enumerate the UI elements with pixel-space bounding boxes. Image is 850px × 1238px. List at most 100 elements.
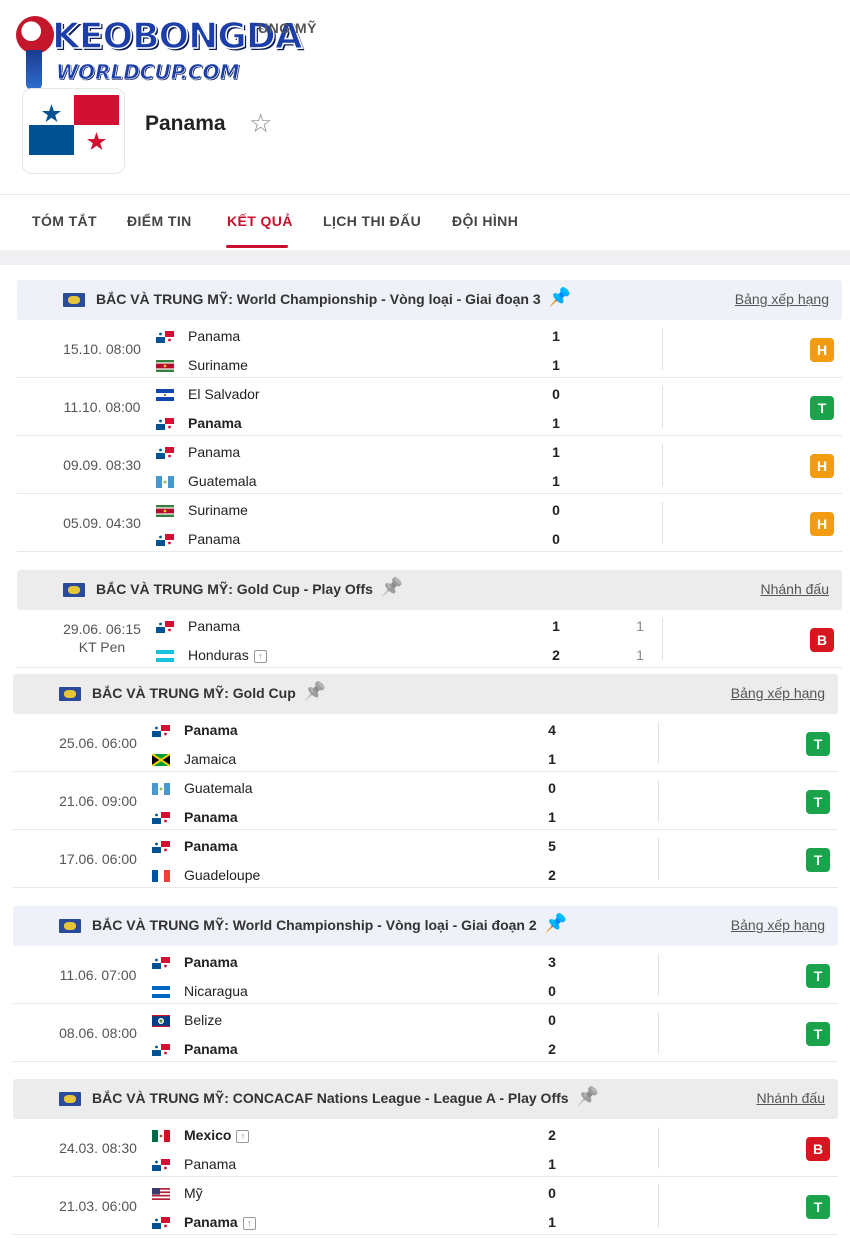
home-team-name[interactable]: Suriname: [188, 502, 248, 518]
match-time: 05.09. 04:30: [63, 515, 141, 531]
competition-link[interactable]: Nhánh đấu: [760, 581, 829, 597]
pin-icon[interactable]: 📌: [545, 914, 567, 932]
row-divider: [658, 1185, 659, 1227]
competition-title[interactable]: BẮC VÀ TRUNG MỸ: Gold Cup - Play Offs: [96, 581, 373, 597]
home-score: 0: [548, 780, 556, 796]
away-score: 1: [552, 415, 560, 431]
home-team-name[interactable]: Panama: [188, 328, 240, 344]
tab-results[interactable]: KẾT QUẢ: [227, 213, 293, 229]
match-row[interactable]: 21.03. 06:00 Mỹ 0 Panama ↑ 1 T: [13, 1177, 838, 1235]
pin-icon[interactable]: 📌: [381, 578, 403, 596]
gua-flag-icon: [156, 476, 174, 488]
home-team-name[interactable]: Mỹ: [184, 1185, 203, 1201]
site-logo[interactable]: KEOBONGDA WORLDCUP.COM: [12, 10, 303, 90]
team-label: Panama: [184, 1214, 238, 1230]
competition-link[interactable]: Bảng xếp hạng: [731, 917, 825, 933]
home-score: 0: [548, 1012, 556, 1028]
team-label: Panama: [188, 618, 241, 634]
match-row[interactable]: 24.03. 08:30 Mexico ↑ 2 Panama 1 B: [13, 1119, 838, 1177]
row-divider: [662, 386, 663, 428]
away-team-name[interactable]: Guatemala: [188, 473, 256, 489]
match-row[interactable]: 29.06. 06:15 KT Pen Panama 1 1 Honduras ↑ 2 1 B: [17, 610, 842, 668]
match-row[interactable]: 17.06. 06:00 Panama 5 Guadeloupe 2 T: [13, 830, 838, 888]
competition-title[interactable]: BẮC VÀ TRUNG MỸ: World Championship - Vò…: [92, 917, 537, 933]
pin-icon[interactable]: 📌: [304, 682, 326, 700]
home-team-name[interactable]: Panama: [188, 618, 240, 634]
match-row[interactable]: 25.06. 06:00 Panama 4 Jamaica 1 T: [13, 714, 838, 772]
result-badge: T: [806, 732, 830, 756]
team-label: Panama: [184, 1041, 238, 1057]
pin-icon[interactable]: 📌: [549, 288, 571, 306]
match-time: 21.06. 09:00: [59, 793, 137, 809]
team-label: Panama: [184, 722, 238, 738]
home-team-name[interactable]: Panama: [184, 954, 238, 970]
home-team-name[interactable]: Belize: [184, 1012, 222, 1028]
away-team-name[interactable]: Panama: [184, 1041, 238, 1057]
competition-title[interactable]: BẮC VÀ TRUNG MỸ: World Championship - Vò…: [96, 291, 541, 307]
pin-icon[interactable]: 📌: [577, 1087, 599, 1105]
row-divider: [658, 1127, 659, 1169]
competition-link[interactable]: Bảng xếp hạng: [735, 291, 829, 307]
tab-squad[interactable]: ĐỘI HÌNH: [452, 213, 518, 229]
competition-link[interactable]: Nhánh đấu: [756, 1090, 825, 1106]
away-team-name[interactable]: Honduras ↑: [188, 647, 267, 663]
away-team-name[interactable]: Panama: [188, 415, 242, 431]
glp-flag-icon: [152, 870, 170, 882]
pan-flag-icon: [152, 1044, 170, 1056]
pan-flag-icon: [152, 1217, 170, 1229]
away-team-name[interactable]: Panama: [188, 531, 240, 547]
home-score: 1: [552, 618, 560, 634]
home-team-name[interactable]: El Salvador: [188, 386, 260, 402]
logo-subtext: WORLDCUP.COM: [56, 60, 240, 85]
competition-link[interactable]: Bảng xếp hạng: [731, 685, 825, 701]
match-row[interactable]: 11.10. 08:00 El Salvador 0 Panama 1 T: [17, 378, 842, 436]
away-score: 2: [552, 647, 560, 663]
away-team-name[interactable]: Suriname: [188, 357, 248, 373]
row-separator: [13, 887, 838, 888]
row-separator: [13, 1234, 838, 1235]
home-score: 1: [552, 444, 560, 460]
match-row[interactable]: 09.09. 08:30 Panama 1 Guatemala 1 H: [17, 436, 842, 494]
result-badge: T: [810, 396, 834, 420]
match-row[interactable]: 05.09. 04:30 Suriname 0 Panama 0 H: [17, 494, 842, 552]
match-row[interactable]: 15.10. 08:00 Panama 1 Suriname 1 H: [17, 320, 842, 378]
home-team-name[interactable]: Panama: [184, 838, 238, 854]
match-time: 15.10. 08:00: [63, 341, 141, 357]
row-divider: [658, 780, 659, 822]
away-score: 0: [552, 531, 560, 547]
away-team-name[interactable]: Panama: [184, 809, 238, 825]
away-team-name[interactable]: Nicaragua: [184, 983, 248, 999]
pan-flag-icon: [152, 957, 170, 969]
breadcrumb[interactable]: UNG MỸ: [258, 20, 317, 36]
row-divider: [658, 1012, 659, 1054]
match-time: 25.06. 06:00: [59, 735, 137, 751]
away-team-name[interactable]: Jamaica: [184, 751, 236, 767]
home-team-name[interactable]: Mexico ↑: [184, 1127, 250, 1143]
match-row[interactable]: 11.06. 07:00 Panama 3 Nicaragua 0 T: [13, 946, 838, 1004]
row-divider: [662, 502, 663, 544]
away-team-name[interactable]: Guadeloupe: [184, 867, 260, 883]
away-team-name[interactable]: Panama: [184, 1156, 236, 1172]
competition-title[interactable]: BẮC VÀ TRUNG MỸ: CONCACAF Nations League…: [92, 1090, 569, 1106]
home-team-name[interactable]: Panama: [188, 444, 240, 460]
home-score: 1: [552, 328, 560, 344]
tab-summary[interactable]: TÓM TẮT: [32, 213, 97, 229]
away-score: 1: [548, 1214, 556, 1230]
tab-news[interactable]: ĐIỂM TIN: [127, 213, 192, 229]
result-badge: B: [806, 1137, 830, 1161]
home-team-name[interactable]: Panama: [184, 722, 238, 738]
home-score: 2: [548, 1127, 556, 1143]
panama-flag-icon: [29, 95, 119, 155]
away-penalty-score: 1: [636, 647, 644, 663]
team-label: Suriname: [188, 357, 248, 373]
match-row[interactable]: 08.06. 08:00 Belize 0 Panama 2 T: [13, 1004, 838, 1062]
home-team-name[interactable]: Guatemala: [184, 780, 252, 796]
match-row[interactable]: 21.06. 09:00 Guatemala 0 Panama 1 T: [13, 772, 838, 830]
away-team-name[interactable]: Panama ↑: [184, 1214, 256, 1230]
team-flag-box: [22, 88, 125, 174]
sur-flag-icon: [156, 505, 174, 517]
competition-title[interactable]: BẮC VÀ TRUNG MỸ: Gold Cup: [92, 685, 296, 701]
favorite-star-icon[interactable]: ☆: [249, 110, 272, 136]
tab-fixtures[interactable]: LỊCH THI ĐẤU: [323, 213, 421, 229]
region-globe-icon: [59, 1092, 81, 1106]
